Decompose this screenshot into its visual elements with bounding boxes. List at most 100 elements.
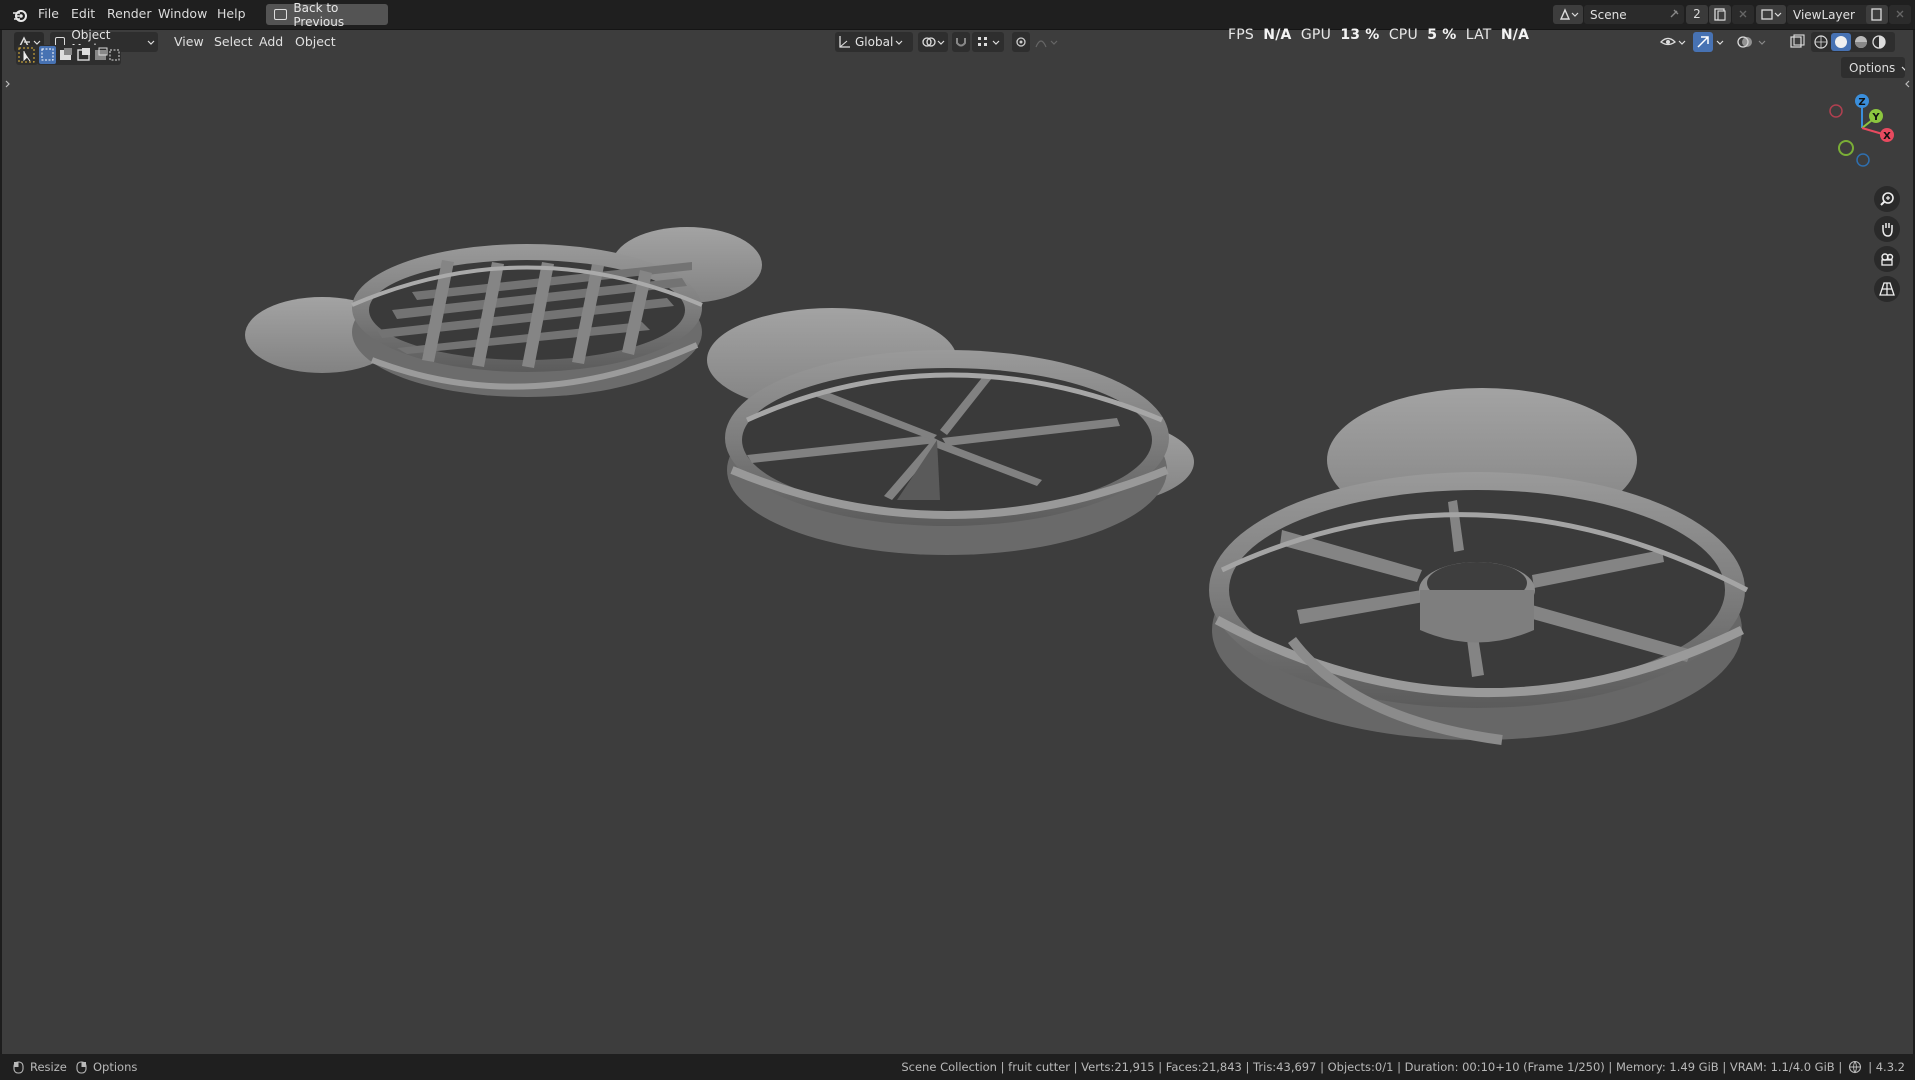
delete-view-layer-button[interactable] bbox=[1889, 5, 1911, 24]
menu-select[interactable]: Select bbox=[214, 34, 253, 49]
fps-label: FPS bbox=[1228, 27, 1254, 43]
menu-object[interactable]: Object bbox=[295, 34, 336, 49]
shading-icons bbox=[1814, 33, 1886, 51]
viewport-header: Object Mode View Select Add Object Globa… bbox=[2, 27, 1913, 56]
options-dropdown[interactable]: Options bbox=[1841, 57, 1905, 78]
pivot-point-dropdown[interactable] bbox=[918, 32, 948, 52]
lat-label: LAT bbox=[1465, 27, 1492, 43]
view-layer-name-label: ViewLayer bbox=[1793, 7, 1855, 22]
menu-view[interactable]: View bbox=[174, 34, 204, 49]
scene-statistics-text: Scene Collection | fruit cutter | Verts:… bbox=[901, 1060, 1843, 1074]
apple-corer-model bbox=[1209, 388, 1749, 745]
chevron-down-icon bbox=[147, 40, 155, 45]
grid-perspective-icon bbox=[1879, 282, 1895, 296]
options-hint-label: Options bbox=[93, 1060, 138, 1074]
menu-help[interactable]: Help bbox=[217, 6, 246, 21]
chevron-down-icon bbox=[1716, 40, 1724, 45]
pin-icon[interactable] bbox=[1668, 8, 1680, 20]
eye-icon bbox=[1659, 37, 1686, 46]
neg-y-axis-handle bbox=[1838, 140, 1854, 156]
menu-edit[interactable]: Edit bbox=[71, 6, 95, 21]
snap-grid-icon bbox=[978, 37, 1000, 46]
scene-name-label: Scene bbox=[1590, 7, 1627, 22]
status-info: Scene Collection | fruit cutter | Verts:… bbox=[901, 1060, 1905, 1074]
lat-value: N/A bbox=[1500, 27, 1530, 43]
performance-stats-overlay: FPS N/A GPU 13 % CPU 5 % LAT N/A bbox=[1228, 27, 1529, 43]
duplicate-icon bbox=[1871, 8, 1882, 21]
zoom-icon bbox=[1880, 192, 1894, 206]
y-axis-label: Y bbox=[1871, 112, 1880, 123]
close-icon bbox=[1896, 10, 1904, 18]
cursor-icon bbox=[18, 47, 35, 63]
pivot-icon bbox=[922, 37, 945, 47]
shading-mode-group bbox=[1811, 32, 1895, 52]
mouse-right-icon bbox=[76, 1060, 87, 1074]
rendered-shading-icon bbox=[1872, 35, 1886, 49]
magnet-icon bbox=[956, 38, 966, 47]
chevron-down-icon bbox=[1758, 40, 1766, 45]
overlays-toggle[interactable] bbox=[1735, 32, 1755, 52]
fps-value: N/A bbox=[1263, 27, 1292, 43]
gizmo-toggle[interactable] bbox=[1693, 32, 1713, 52]
scene-icon bbox=[1559, 8, 1579, 20]
overlays-icon bbox=[1737, 36, 1752, 48]
3d-viewport[interactable]: Object Mode View Select Add Object Globa… bbox=[2, 27, 1913, 1054]
perspective-toggle-button[interactable] bbox=[1874, 276, 1900, 302]
status-resize-hint: Resize bbox=[12, 1060, 67, 1074]
menu-file[interactable]: File bbox=[38, 6, 59, 21]
resize-label: Resize bbox=[30, 1060, 67, 1074]
gizmo-icon bbox=[1697, 36, 1709, 48]
menu-render[interactable]: Render bbox=[107, 6, 152, 21]
selectability-visibility-dropdown[interactable] bbox=[1657, 32, 1689, 52]
selection-mode-group bbox=[37, 45, 121, 65]
new-scene-button[interactable] bbox=[1709, 5, 1731, 24]
sidebar-expand-icon[interactable] bbox=[1903, 78, 1911, 90]
view-layer-name-field[interactable]: ViewLayer bbox=[1787, 5, 1875, 24]
proportional-falloff-dropdown[interactable] bbox=[1032, 32, 1062, 52]
navigation-gizmo[interactable]: Z Y X bbox=[1820, 90, 1900, 170]
selection-mode-icons bbox=[39, 46, 120, 64]
proportional-editing-toggle[interactable] bbox=[1012, 32, 1030, 52]
snap-toggle[interactable] bbox=[952, 32, 970, 52]
zoom-view-button[interactable] bbox=[1874, 186, 1900, 212]
snap-target-dropdown[interactable] bbox=[972, 32, 1004, 52]
toolbar-expand-icon[interactable] bbox=[4, 78, 12, 90]
globe-icon bbox=[1849, 1060, 1862, 1074]
overlays-dropdown[interactable] bbox=[1755, 32, 1771, 52]
menu-add[interactable]: Add bbox=[259, 34, 283, 49]
falloff-curve-icon bbox=[1035, 40, 1058, 48]
blender-logo-icon[interactable] bbox=[12, 7, 28, 23]
new-view-layer-button[interactable] bbox=[1866, 5, 1888, 24]
mouse-left-icon bbox=[13, 1060, 24, 1074]
fullscreen-back-icon bbox=[274, 9, 288, 20]
wireframe-shading-icon bbox=[1814, 35, 1828, 49]
gpu-label: GPU bbox=[1300, 27, 1332, 43]
menu-window[interactable]: Window bbox=[158, 6, 207, 21]
scene-selector-button[interactable] bbox=[1553, 5, 1583, 24]
camera-view-button[interactable] bbox=[1874, 246, 1900, 272]
top-menu-bar: File Edit Render Window Help Back to Pre… bbox=[0, 0, 1915, 30]
back-to-previous-button[interactable]: Back to Previous bbox=[266, 1, 388, 29]
select-tool-button[interactable] bbox=[16, 45, 38, 65]
close-icon bbox=[1739, 10, 1747, 18]
cpu-label: CPU bbox=[1388, 27, 1418, 43]
blender-version: 4.3.2 bbox=[1875, 1060, 1905, 1074]
gpu-value: 13 % bbox=[1340, 27, 1380, 43]
gizmo-dropdown[interactable] bbox=[1713, 32, 1729, 52]
delete-scene-button[interactable] bbox=[1732, 5, 1754, 24]
view-layer-selector-button[interactable] bbox=[1756, 5, 1786, 24]
duplicate-icon bbox=[1714, 8, 1726, 21]
transform-orientation-dropdown[interactable]: Global bbox=[835, 32, 913, 52]
view-layer-icon bbox=[1761, 9, 1782, 20]
transform-orientation-label: Global bbox=[855, 35, 894, 49]
dicer-cutter-model bbox=[245, 227, 762, 397]
solid-shading-icon bbox=[1835, 36, 1847, 48]
pan-view-button[interactable] bbox=[1874, 216, 1900, 242]
cpu-value: 5 % bbox=[1427, 27, 1457, 43]
hand-icon bbox=[1882, 223, 1893, 237]
chevron-down-icon bbox=[1901, 66, 1905, 71]
status-bar: Resize Options Scene Collection | fruit … bbox=[0, 1054, 1915, 1080]
xray-toggle[interactable] bbox=[1787, 32, 1807, 52]
neg-x-axis-handle bbox=[1829, 104, 1843, 118]
material-shading-icon bbox=[1855, 36, 1867, 48]
